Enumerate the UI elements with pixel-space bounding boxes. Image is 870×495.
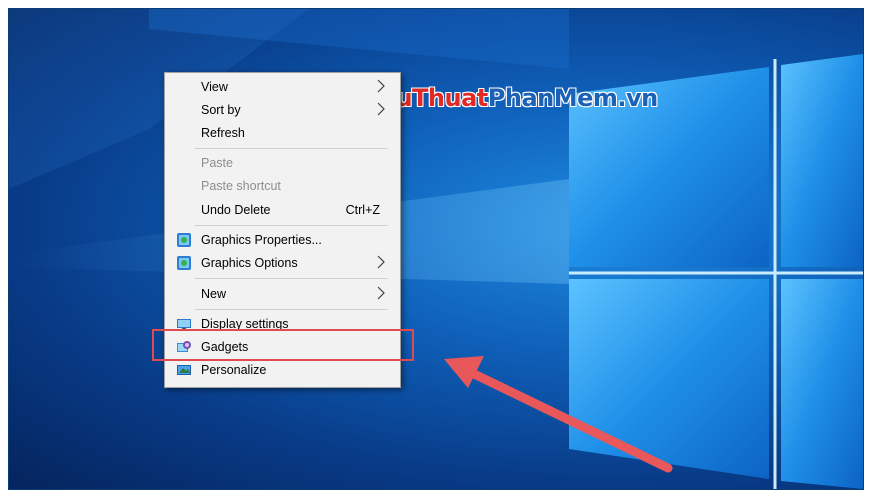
arrow-shaft: [465, 367, 673, 473]
annotation-arrow: [444, 356, 673, 473]
